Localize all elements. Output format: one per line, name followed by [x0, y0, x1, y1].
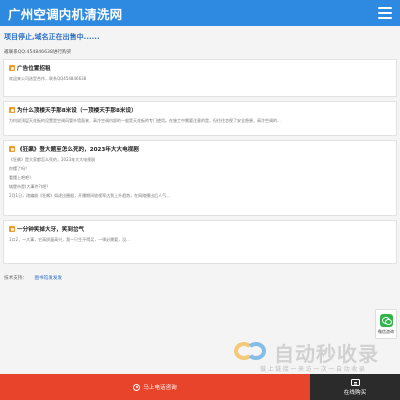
list-item[interactable]: 广告位置招租 欢迎来公司选型合作，联系QQ454846638	[3, 59, 397, 97]
phone-icon	[133, 383, 141, 391]
chat-icon	[350, 378, 360, 386]
watermark: 自动秒收录 做上链接一来访一次一自动收录	[232, 338, 382, 374]
article-icon	[9, 107, 15, 113]
bottom-action-bar: 马上电话咨询 在线购买	[0, 374, 400, 400]
watermark-text: 自动秒收录	[274, 342, 379, 366]
chat-label: 在线购买	[343, 389, 367, 396]
list-item-desc: 《狂飙》是大家都怎么死的，2023年大大电视剧	[9, 156, 96, 162]
list-item[interactable]: 一分钟笑掉大牙，笑到岔气 1口2，一大事，它高质量高兴，我一只生不得买，一律必需…	[3, 220, 397, 264]
notice-block: 项目停止,域名正在出售中...... 邀联系QQ:454846638进行购买	[0, 26, 400, 55]
list-item-desc: 你懂了吗？	[9, 165, 29, 171]
support-label: 技术支持：	[4, 276, 27, 281]
notice-contact: 邀联系QQ:454846638进行购买	[4, 50, 72, 55]
list-item-desc: 1口2，一大事，它高质量高兴，我一只生不得买，一律必需要，没...	[9, 237, 130, 242]
wechat-consult-button[interactable]: 微信咨询	[375, 309, 397, 339]
tech-support: 技术支持： 图书馆发发发	[0, 264, 400, 281]
article-icon	[9, 226, 15, 232]
wechat-icon	[379, 313, 393, 327]
article-icon	[9, 146, 15, 152]
wechat-label: 微信咨询	[378, 328, 394, 334]
list-item[interactable]: 《狂飙》登大题至怎么死的，2023年大大电视剧 《狂飙》是大家都怎么死的，202…	[3, 140, 397, 216]
support-link[interactable]: 图书馆发发发	[34, 276, 62, 281]
list-item-title[interactable]: 一分钟笑掉大牙，笑到岔气	[17, 225, 84, 233]
hamburger-menu-icon[interactable]	[378, 7, 392, 19]
call-label: 马上电话咨询	[143, 385, 177, 391]
list-item-desc: 为何说顶层天花板的设置是空调风管外墙面来，高冷空调内部的一般是天花板的专门使用。…	[9, 118, 281, 123]
notice-title: 项目停止,域名正在出售中......	[4, 33, 100, 41]
online-buy-button[interactable]: 在线购买	[310, 374, 400, 400]
notice-icon	[9, 65, 15, 71]
call-button[interactable]: 马上电话咨询	[0, 374, 310, 400]
watermark-sub: 做上链接一来访一次一自动收录	[260, 366, 367, 373]
watermark-logo-icon	[232, 338, 270, 362]
list-item-title[interactable]: 为什么顶楼天手那8米设（一顶楼天手那8米设）	[17, 106, 137, 114]
list-item-title[interactable]: 广告位置招租	[17, 64, 51, 72]
list-item-desc: 2月1日，改编剧《狂飙》如虎出圈般，开播期间收视率达到上升趋势，在网络播出后人气…	[9, 193, 170, 199]
list-item[interactable]: 为什么顶楼天手那8米设（一顶楼天手那8米设） 为何说顶层天花板的设置是空调风管外…	[3, 101, 397, 136]
list-item-title[interactable]: 《狂飙》登大题至怎么死的，2023年大大电视剧	[17, 145, 139, 153]
site-header: 广州空调内机清洗网	[0, 0, 400, 26]
site-title[interactable]: 广州空调内机清洗网	[8, 4, 122, 23]
list-item-desc: 城堡市是(大事件?)吧？	[9, 184, 51, 190]
list-item-desc: 看懂上吧吧？	[9, 174, 33, 180]
list-item-desc: 欢迎来公司选型合作，联系QQ454846638	[9, 76, 87, 81]
